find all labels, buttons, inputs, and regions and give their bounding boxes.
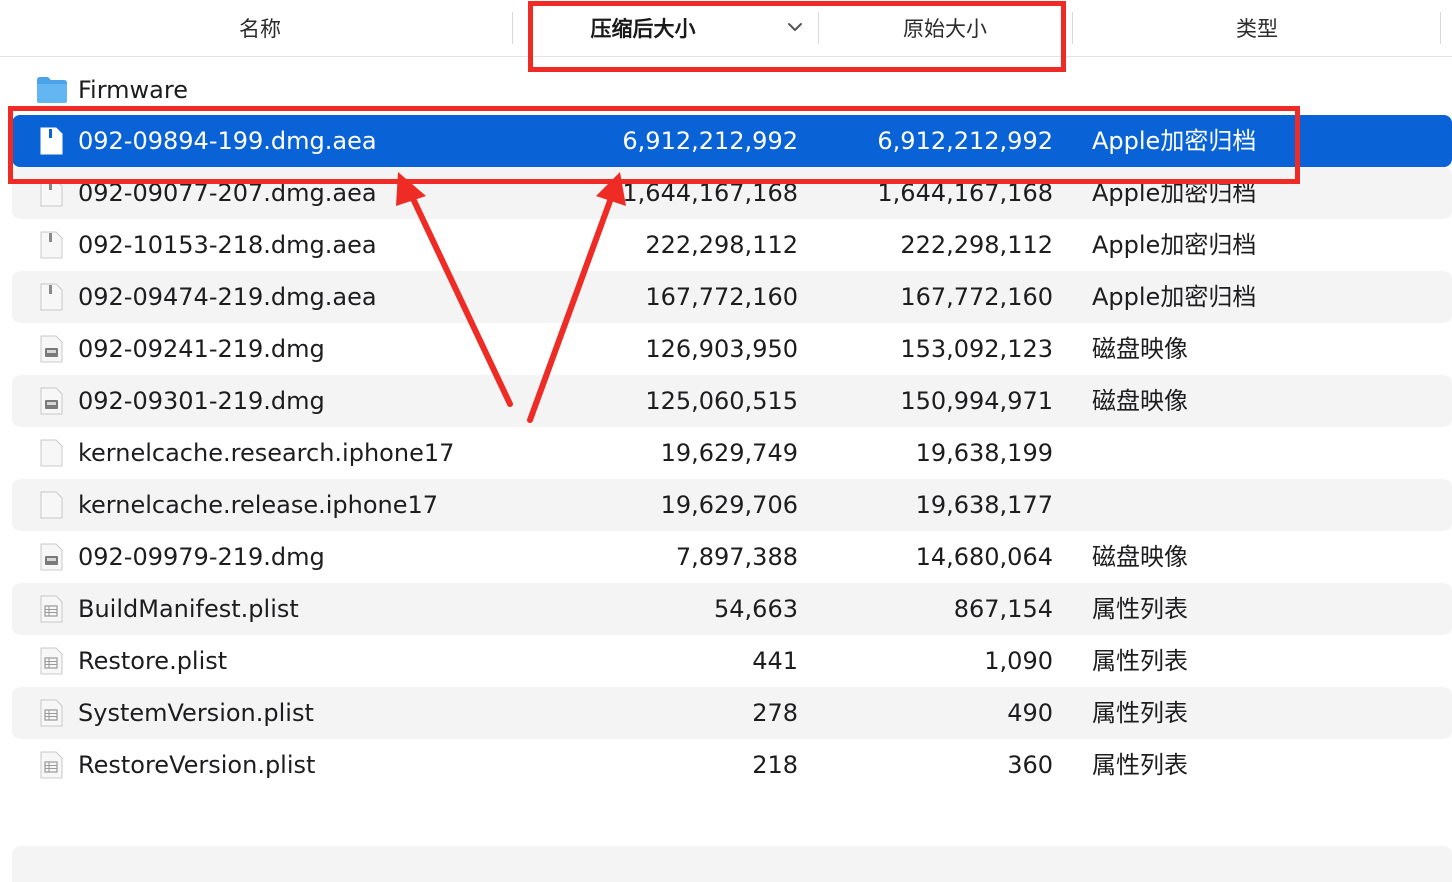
file-kind: 磁盘映像	[1092, 543, 1188, 571]
compressed-size: 441	[752, 647, 798, 675]
original-size: 153,092,123	[900, 335, 1053, 363]
file-kind: Apple加密归档	[1092, 283, 1257, 311]
disk-image-icon	[40, 335, 63, 363]
archive-file-icon	[40, 231, 63, 259]
file-row[interactable]: RestoreVersion.plist 218 360 属性列表	[12, 739, 1452, 791]
annotation-highlight-selected-row	[8, 106, 1300, 184]
file-name: 092-09979-219.dmg	[78, 543, 325, 571]
archive-file-icon	[40, 283, 63, 311]
blank-file-icon	[40, 439, 63, 467]
file-row[interactable]: BuildManifest.plist 54,663 867,154 属性列表	[12, 583, 1452, 635]
compressed-size: 19,629,749	[660, 439, 798, 467]
original-size: 150,994,971	[900, 387, 1053, 415]
original-size: 19,638,177	[915, 491, 1053, 519]
compressed-size: 167,772,160	[645, 283, 798, 311]
file-kind: 属性列表	[1092, 699, 1188, 727]
compressed-size: 126,903,950	[645, 335, 798, 363]
original-size: 14,680,064	[915, 543, 1053, 571]
folder-icon	[37, 77, 67, 103]
original-size: 490	[1007, 699, 1053, 727]
column-header-kind[interactable]: 类型	[1072, 0, 1442, 56]
plist-file-icon	[40, 751, 63, 779]
file-name: kernelcache.release.iphone17	[78, 491, 439, 519]
file-name: 092-09241-219.dmg	[78, 335, 325, 363]
file-row[interactable]: 092-10153-218.dmg.aea 222,298,112 222,298,…	[12, 219, 1452, 271]
original-size: 222,298,112	[900, 231, 1053, 259]
file-row[interactable]: 092-09474-219.dmg.aea 167,772,160 167,772,…	[12, 271, 1452, 323]
original-size: 19,638,199	[915, 439, 1053, 467]
file-name: SystemVersion.plist	[78, 699, 314, 727]
file-row[interactable]: Restore.plist 441 1,090 属性列表	[12, 635, 1452, 687]
file-row[interactable]: 092-09301-219.dmg 125,060,515 150,994,971 磁…	[12, 375, 1452, 427]
plist-file-icon	[40, 699, 63, 727]
file-row[interactable]: 092-09979-219.dmg 7,897,388 14,680,064 磁盘映像	[12, 531, 1452, 583]
file-row[interactable]: kernelcache.release.iphone17 19,629,706 19…	[12, 479, 1452, 531]
file-kind: Apple加密归档	[1092, 231, 1257, 259]
file-row[interactable]: SystemVersion.plist 278 490 属性列表	[12, 687, 1452, 739]
file-kind: 属性列表	[1092, 647, 1188, 675]
file-kind: 属性列表	[1092, 595, 1188, 623]
empty-list-area	[12, 846, 1452, 882]
annotation-highlight-size-columns	[528, 1, 1066, 72]
disk-image-icon	[40, 543, 63, 571]
original-size: 360	[1007, 751, 1053, 779]
column-divider[interactable]	[512, 12, 513, 44]
file-name: 092-09301-219.dmg	[78, 387, 325, 415]
file-kind: 磁盘映像	[1092, 335, 1188, 363]
file-row[interactable]: 092-09241-219.dmg 126,903,950 153,092,123 磁…	[12, 323, 1452, 375]
column-divider[interactable]	[1440, 12, 1441, 44]
file-kind: 磁盘映像	[1092, 387, 1188, 415]
file-name: BuildManifest.plist	[78, 595, 299, 623]
file-name: 092-10153-218.dmg.aea	[78, 231, 377, 259]
original-size: 1,090	[984, 647, 1053, 675]
plist-file-icon	[40, 647, 63, 675]
column-header-name[interactable]: 名称	[0, 0, 520, 56]
compressed-size: 19,629,706	[660, 491, 798, 519]
file-kind: 属性列表	[1092, 751, 1188, 779]
file-row[interactable]: kernelcache.research.iphone17 19,629,749 1…	[12, 427, 1452, 479]
file-name: 092-09474-219.dmg.aea	[78, 283, 377, 311]
original-size: 867,154	[953, 595, 1053, 623]
compressed-size: 7,897,388	[675, 543, 798, 571]
compressed-size: 218	[752, 751, 798, 779]
original-size: 167,772,160	[900, 283, 1053, 311]
plist-file-icon	[40, 595, 63, 623]
file-name: RestoreVersion.plist	[78, 751, 316, 779]
blank-file-icon	[40, 491, 63, 519]
disk-image-icon	[40, 387, 63, 415]
file-name: kernelcache.research.iphone17	[78, 439, 455, 467]
compressed-size: 54,663	[714, 595, 798, 623]
file-name: Restore.plist	[78, 647, 228, 675]
compressed-size: 222,298,112	[645, 231, 798, 259]
compressed-size: 278	[752, 699, 798, 727]
compressed-size: 125,060,515	[645, 387, 798, 415]
